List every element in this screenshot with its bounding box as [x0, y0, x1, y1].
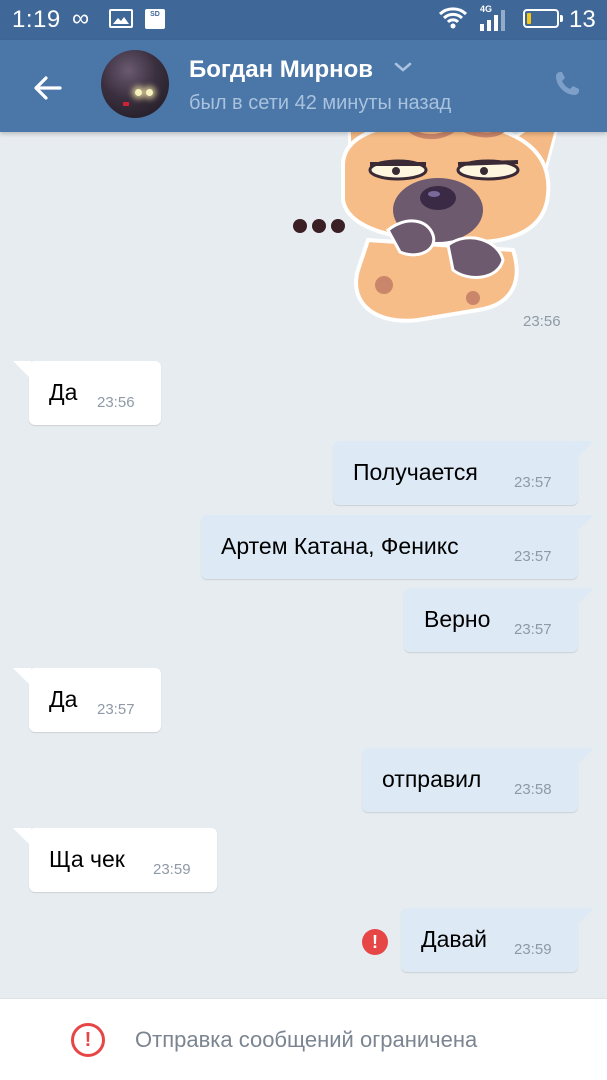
call-button[interactable] — [551, 68, 583, 100]
message-time: 23:58 — [514, 781, 552, 798]
messaging-restricted-bar: ! Отправка сообщений ограничена — [0, 998, 607, 1080]
status-time: 1:19 — [12, 6, 61, 33]
warning-circle-icon: ! — [71, 1023, 105, 1057]
message-time: 23:59 — [153, 861, 191, 878]
message-bubble-outgoing[interactable]: отправил 23:58 — [362, 748, 594, 812]
cat-thinking-sticker[interactable] — [288, 132, 578, 325]
message-list[interactable]: 23:56 Да 23:56 Получается 23:57 Артем Ка… — [0, 132, 607, 998]
messaging-restricted-text: Отправка сообщений ограничена — [135, 1027, 478, 1052]
message-text: Да — [49, 686, 78, 712]
battery-percent: 13 — [569, 6, 596, 33]
chat-header: Богдан Мирнов был в сети 42 минуты назад — [0, 40, 607, 132]
battery-level — [527, 13, 531, 24]
phone-icon — [556, 72, 579, 95]
contact-name[interactable]: Богдан Мирнов — [189, 56, 373, 84]
avatar-light — [146, 89, 153, 96]
avatar[interactable] — [101, 50, 169, 118]
message-text: Ща чек — [49, 846, 125, 872]
chevron-down-icon[interactable] — [393, 60, 413, 74]
avatar-light — [135, 89, 142, 96]
message-text: Давай — [421, 926, 487, 952]
signal-icon — [478, 8, 512, 37]
message-text: Верно — [424, 606, 491, 632]
message-bubble-outgoing[interactable]: Получается 23:57 — [333, 441, 594, 505]
message-bubble-outgoing[interactable]: Давай 23:59 — [401, 908, 594, 972]
battery-icon — [523, 9, 563, 28]
back-button[interactable] — [28, 68, 68, 108]
message-bubble-incoming[interactable]: Ща чек 23:59 — [13, 828, 217, 892]
message-time: 23:56 — [97, 394, 135, 411]
wifi-icon — [438, 6, 468, 35]
infinity-icon: ∞ — [72, 5, 90, 32]
avatar-detail — [123, 102, 129, 106]
message-text: Получается — [353, 459, 478, 485]
message-bubble-incoming[interactable]: Да 23:56 — [13, 361, 161, 425]
sd-card-icon: SD — [145, 9, 165, 29]
message-time: 23:59 — [514, 941, 552, 958]
contact-status: был в сети 42 минуты назад — [189, 92, 452, 114]
arrow-left-icon — [34, 76, 62, 100]
message-bubble-outgoing[interactable]: Верно 23:57 — [404, 588, 594, 652]
status-bar: 1:19 ∞ SD 4G 13 — [0, 0, 607, 40]
message-text: Артем Катана, Феникс — [221, 533, 459, 559]
message-text: Да — [49, 379, 78, 405]
message-time: 23:56 — [523, 313, 561, 330]
message-bubble-outgoing[interactable]: Артем Катана, Феникс 23:57 — [201, 515, 594, 579]
message-time: 23:57 — [514, 548, 552, 565]
message-time: 23:57 — [514, 474, 552, 491]
message-bubble-incoming[interactable]: Да 23:57 — [13, 668, 161, 732]
exclamation-icon[interactable]: ! — [362, 929, 388, 955]
message-text: отправил — [382, 766, 482, 792]
gallery-icon — [109, 9, 133, 28]
message-time: 23:57 — [514, 621, 552, 638]
message-time: 23:57 — [97, 701, 135, 718]
